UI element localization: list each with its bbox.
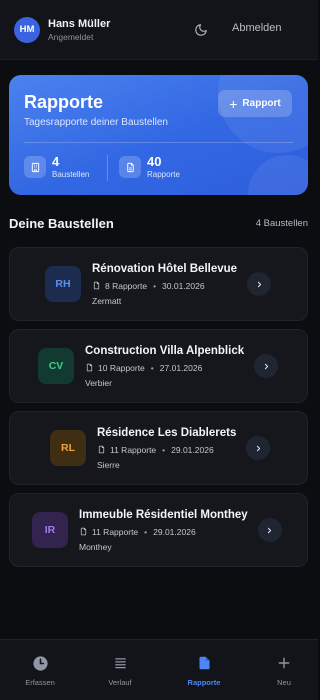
- stat-sites-value: 4: [52, 154, 60, 169]
- logout-button[interactable]: Abmelden: [232, 22, 282, 34]
- stat-sites-label: Baustellen: [52, 170, 90, 179]
- project-date: 27.01.2026: [159, 362, 203, 373]
- project-meta: 8 Rapporte • 30.01.2026: [92, 281, 237, 291]
- user-status: Angemeldet: [48, 31, 94, 42]
- decorative-circle: [248, 155, 308, 195]
- nav-label: Verlauf: [108, 678, 132, 687]
- stat-sites: 4 Baustellen: [24, 155, 89, 179]
- project-title: Construction Villa Alpenblick: [85, 344, 245, 357]
- project-report-count: 8 Rapporte: [105, 280, 148, 291]
- nav-label: Erfassen: [25, 678, 55, 687]
- chevron-right-icon[interactable]: [254, 354, 279, 378]
- nav-item-erfassen[interactable]: Erfassen: [0, 640, 80, 700]
- stat-reports-label: Rapporte: [147, 170, 180, 179]
- project-card[interactable]: CV Construction Villa Alpenblick 10 Rapp…: [9, 329, 308, 403]
- chevron-right-icon[interactable]: [257, 518, 282, 542]
- bottom-nav: Erfassen Verlauf Rapporte Neu: [0, 639, 318, 700]
- user-info: Hans Müller Angemeldet: [48, 18, 110, 42]
- project-meta: 11 Rapporte • 29.01.2026: [79, 527, 248, 537]
- section-title: Deine Baustellen: [9, 216, 114, 231]
- chevron-right-icon[interactable]: [247, 272, 272, 296]
- plus-icon: [277, 654, 291, 672]
- project-location: Monthey: [79, 541, 112, 552]
- chevron-right-icon[interactable]: [246, 436, 271, 460]
- project-title: Résidence Les Diablerets: [97, 426, 237, 439]
- nav-item-rapporte[interactable]: Rapporte: [164, 640, 244, 700]
- project-card[interactable]: IR Immeuble Résidentiel Monthey 11 Rappo…: [9, 493, 308, 567]
- document-icon: [86, 363, 93, 372]
- document-icon: [93, 281, 100, 290]
- project-date: 30.01.2026: [162, 280, 205, 291]
- project-badge: CV: [38, 348, 74, 384]
- add-report-button[interactable]: + Rapport: [218, 90, 292, 117]
- project-date: 29.01.2026: [153, 526, 196, 537]
- document-icon: [98, 445, 105, 454]
- project-report-count: 11 Rapporte: [92, 526, 139, 537]
- project-title: Immeuble Résidentiel Monthey: [79, 508, 248, 521]
- user-name: Hans Müller: [48, 17, 111, 30]
- stat-reports-value: 40: [147, 154, 162, 169]
- project-meta: 10 Rapporte • 27.01.2026: [85, 363, 244, 373]
- separator-dot: •: [150, 362, 154, 373]
- list-icon: [113, 654, 128, 672]
- reports-hero-card: Rapporte Tagesrapporte deiner Baustellen…: [9, 75, 308, 195]
- document-icon: [80, 527, 87, 536]
- project-badge: RH: [45, 266, 81, 302]
- document-icon: [197, 654, 212, 672]
- project-badge: RL: [50, 430, 86, 466]
- avatar[interactable]: HM: [14, 16, 40, 43]
- separator-dot: •: [153, 280, 157, 291]
- nav-item-neu[interactable]: Neu: [244, 640, 320, 700]
- project-meta: 11 Rapporte • 29.01.2026: [97, 445, 236, 455]
- separator-dot: •: [144, 526, 148, 537]
- clock-icon: [32, 654, 49, 672]
- project-badge: IR: [32, 512, 68, 548]
- nav-label: Neu: [277, 678, 291, 687]
- add-report-label: Rapport: [242, 98, 281, 109]
- divider: [24, 142, 293, 143]
- project-location: Verbier: [85, 377, 112, 388]
- project-report-count: 10 Rapporte: [98, 362, 145, 373]
- project-date: 29.01.2026: [171, 444, 214, 455]
- stat-reports: 40 Rapporte: [119, 155, 180, 179]
- project-card[interactable]: RL Résidence Les Diablerets 11 Rapporte …: [9, 411, 308, 485]
- separator-dot: •: [162, 444, 166, 455]
- page-subtitle: Tagesrapporte deiner Baustellen: [24, 117, 168, 128]
- project-location: Zermatt: [92, 295, 122, 306]
- project-location: Sierre: [97, 459, 120, 470]
- project-card[interactable]: RH Rénovation Hôtel Bellevue 8 Rapporte …: [9, 247, 308, 321]
- project-report-count: 11 Rapporte: [110, 444, 157, 455]
- nav-item-verlauf[interactable]: Verlauf: [80, 640, 160, 700]
- plus-icon: +: [229, 95, 238, 112]
- project-title: Rénovation Hôtel Bellevue: [92, 262, 238, 275]
- section-count: 4 Baustellen: [255, 218, 308, 229]
- divider: [107, 155, 108, 181]
- building-icon: [24, 156, 46, 178]
- app-header: HM Hans Müller Angemeldet Abmelden: [0, 0, 318, 60]
- moon-icon[interactable]: [194, 23, 208, 37]
- document-icon: [119, 156, 141, 178]
- nav-label: Rapporte: [187, 678, 221, 687]
